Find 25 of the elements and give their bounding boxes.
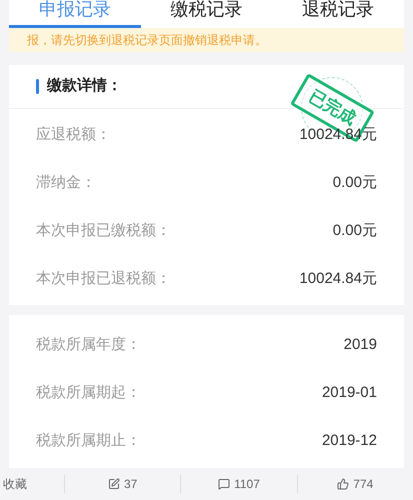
tab[interactable]: 退税记录 (272, 0, 404, 28)
field-label: 税款所属期起： (36, 382, 141, 403)
share-icon (108, 478, 120, 490)
field-label: 税款所属期止： (36, 430, 141, 451)
field-label: 滞纳金： (36, 172, 96, 193)
field-label: 税款所属年度： (36, 334, 141, 355)
field-label: 本次申报已退税额： (36, 268, 171, 289)
section-title: 缴款详情： (47, 76, 122, 96)
field-value: 2019-12 (322, 430, 377, 451)
share-button[interactable]: 37 (108, 475, 138, 493)
field-value: 0.00元 (332, 220, 377, 241)
tab[interactable]: 缴税记录 (140, 0, 272, 28)
field-label: 本次申报已缴税额： (36, 220, 171, 241)
field-value: 10024.84元 (299, 268, 377, 289)
notice-banner: 报，请先切换到退税记录页面撤销退税申请。 (9, 28, 404, 52)
like-button[interactable]: 774 (337, 475, 374, 493)
accent-bar (36, 79, 39, 94)
comment-icon (218, 478, 230, 490)
comment-button[interactable]: 1107 (218, 475, 260, 493)
field-value: 2019-01 (322, 382, 377, 403)
field-value: 2019 (344, 334, 377, 355)
like-icon (337, 478, 350, 490)
field-label: 应退税额： (36, 124, 111, 145)
favorite-button[interactable]: 收藏 (0, 475, 64, 493)
field-value: 0.00元 (332, 172, 377, 193)
